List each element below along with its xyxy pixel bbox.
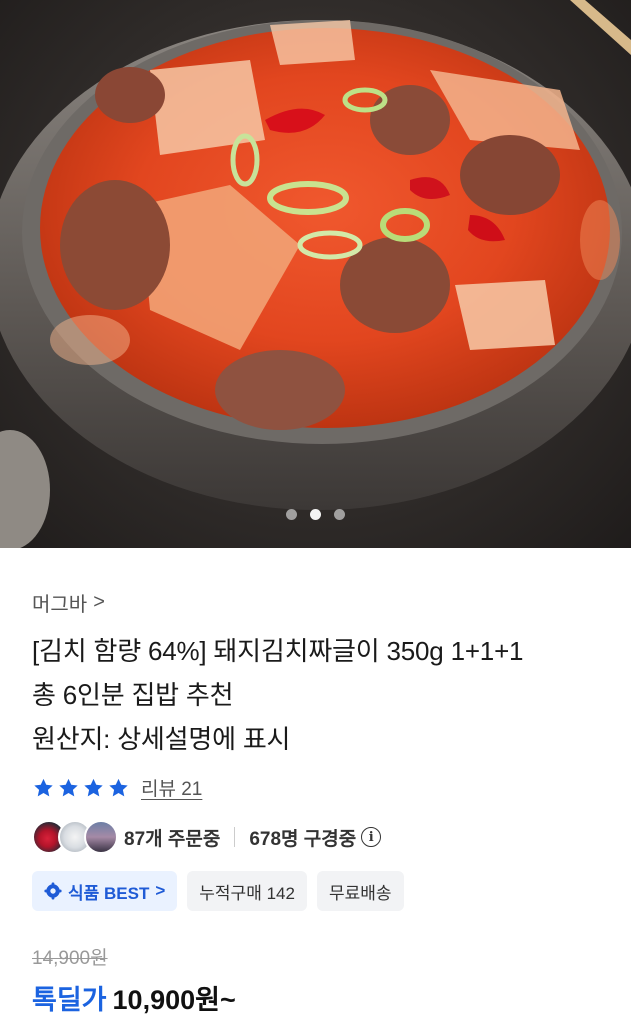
chevron-right-icon: >: [155, 881, 166, 900]
free-shipping-badge: 무료배송: [316, 871, 404, 911]
orders-count: 87개 주문중: [124, 828, 221, 850]
rating-row: 리뷰 21: [32, 774, 202, 801]
info-icon[interactable]: i: [361, 827, 382, 847]
title-line-2: 총 6인분 집밥 추천: [32, 680, 234, 710]
carousel-dot[interactable]: [286, 509, 297, 520]
viewers-count: 678명 구경중: [249, 828, 357, 850]
deal-price-row: 톡딜가 10,900원~: [32, 978, 236, 1017]
carousel-dot[interactable]: [334, 509, 345, 520]
star-icon: [109, 778, 128, 796]
social-proof-row: 87개 주문중 678명 구경중 i: [32, 820, 382, 854]
avatar: [84, 820, 118, 854]
product-title: [김치 함량 64%] 돼지김치짜글이 350g 1+1+1 총 6인분 집밥 …: [32, 629, 607, 761]
food-best-label: 식품 BEST: [68, 883, 150, 903]
title-line-1: [김치 함량 64%] 돼지김치짜글이 350g 1+1+1: [32, 636, 524, 666]
title-line-3: 원산지: 상세설명에 표시: [32, 724, 291, 754]
product-image-carousel[interactable]: [0, 0, 631, 548]
badge-row: 식품 BEST > 누적구매 142 무료배송: [32, 871, 404, 911]
carousel-dot-active[interactable]: [310, 509, 321, 520]
deal-label: 톡딜가: [32, 985, 107, 1015]
star-icon: [34, 778, 53, 796]
star-icon: [84, 778, 103, 796]
carousel-indicator: [0, 509, 631, 520]
deal-price: 10,900원~: [112, 985, 236, 1015]
product-photo: [0, 0, 631, 548]
seller-name: 머그바: [32, 594, 88, 616]
star-icon: [59, 778, 78, 796]
buyer-avatars: [32, 820, 120, 854]
chevron-right-icon: >: [93, 591, 105, 613]
review-count-link[interactable]: 리뷰 21: [141, 774, 202, 801]
seller-link[interactable]: 머그바 >: [32, 588, 105, 617]
cumulative-purchase-badge: 누적구매 142: [187, 871, 307, 911]
gear-icon: [44, 882, 62, 900]
food-best-badge[interactable]: 식품 BEST >: [32, 871, 178, 911]
divider: [234, 827, 236, 847]
original-price: 14,900원: [32, 948, 108, 969]
